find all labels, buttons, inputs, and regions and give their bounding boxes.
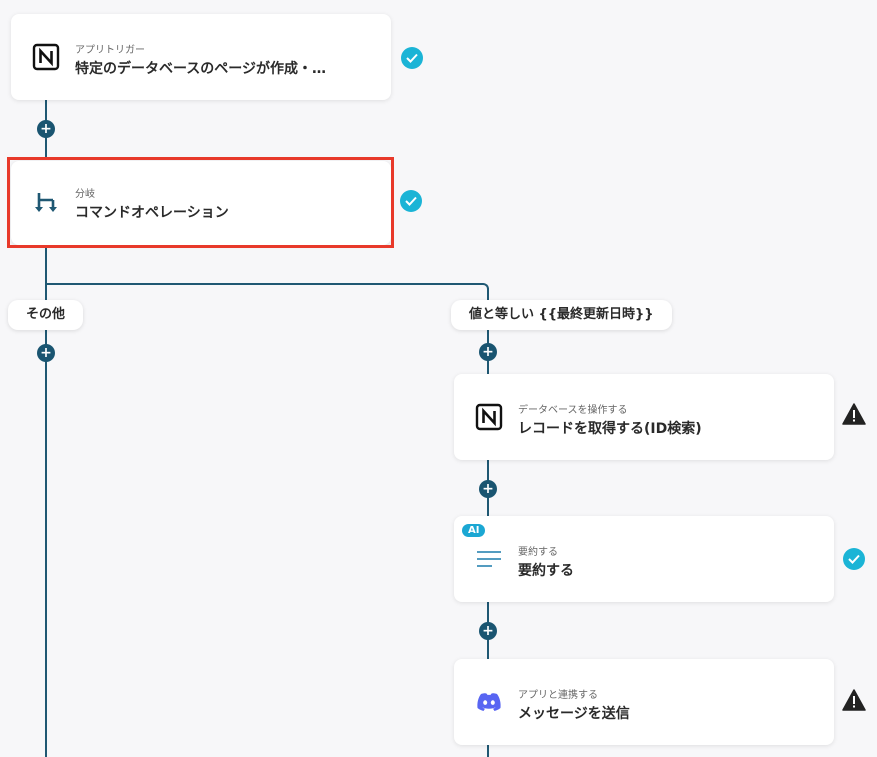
- step-title: レコードを取得する(ID検索): [518, 421, 702, 437]
- trigger-step-card[interactable]: アプリトリガー 特定のデータベースのページが作成・…: [11, 14, 391, 100]
- highlight-frame: [7, 157, 394, 248]
- summarize-step-card[interactable]: 要約する 要約する: [454, 516, 834, 602]
- notion-icon: [31, 42, 61, 72]
- add-step-button[interactable]: +: [479, 343, 497, 361]
- summarize-icon: [474, 544, 504, 574]
- check-icon: [401, 47, 423, 69]
- connector-line: [487, 745, 489, 757]
- check-icon: [400, 190, 422, 212]
- step-title: 要約する: [518, 563, 574, 579]
- add-step-button[interactable]: +: [37, 344, 55, 362]
- send-message-step-card[interactable]: アプリと連携する メッセージを送信: [454, 659, 834, 745]
- step-subtitle: アプリと連携する: [518, 690, 598, 701]
- branch-label-equals[interactable]: 値と等しい {{最終更新日時}}: [451, 300, 672, 330]
- add-step-button[interactable]: +: [479, 622, 497, 640]
- ai-badge: AI: [462, 524, 486, 537]
- step-title: メッセージを送信: [518, 706, 630, 722]
- add-step-button[interactable]: +: [37, 120, 55, 138]
- discord-icon: [474, 687, 504, 717]
- get-record-step-card[interactable]: データベースを操作する レコードを取得する(ID検索): [454, 374, 834, 460]
- notion-icon: [474, 402, 504, 432]
- branch-label-other[interactable]: その他: [8, 300, 84, 330]
- step-title: 特定のデータベースのページが作成・…: [75, 61, 327, 77]
- step-subtitle: データベースを操作する: [518, 405, 628, 416]
- warning-icon: [842, 689, 866, 715]
- check-icon: [843, 548, 865, 570]
- add-step-button[interactable]: +: [479, 480, 497, 498]
- step-subtitle: 要約する: [518, 547, 558, 558]
- branch-connector: [46, 283, 489, 313]
- step-subtitle: アプリトリガー: [75, 45, 145, 56]
- warning-icon: [842, 403, 866, 429]
